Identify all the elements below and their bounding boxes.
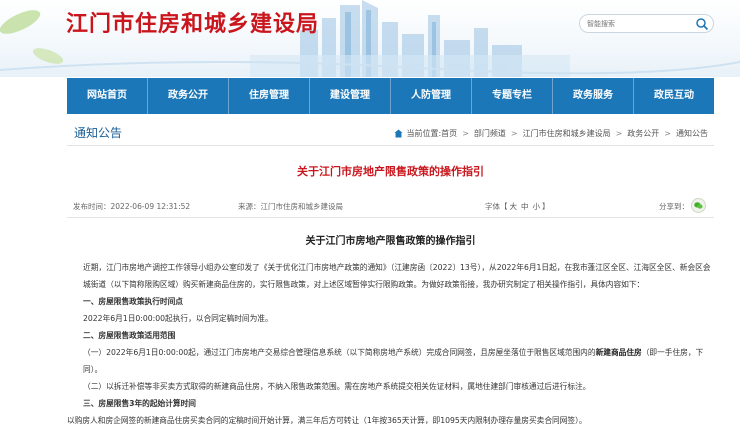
nav-item-housing[interactable]: 住房管理 [229, 78, 310, 114]
intro-paragraph: 近期，江门市房地产调控工作领导小组办公室印发了《关于优化江门市房地产政策的通知》… [83, 263, 711, 289]
divider [67, 217, 714, 218]
section-title: 通知公告 [74, 126, 123, 140]
search-icon[interactable] [695, 17, 709, 31]
font-size-small[interactable]: 小 [533, 202, 541, 211]
font-size-medium[interactable]: 中 [521, 202, 529, 211]
breadcrumb-government-affairs[interactable]: 政务公开 [627, 128, 659, 139]
main-nav: 网站首页 政务公开 住房管理 建设管理 人防管理 专题专栏 政务服务 政民互动 [67, 78, 714, 114]
section-heading-1: 一、房屋限售政策执行时间点 [83, 297, 183, 306]
font-size-end: 】 [542, 202, 550, 211]
nav-item-home[interactable]: 网站首页 [67, 78, 148, 114]
home-icon [394, 129, 404, 138]
paragraph-2a-bold: 新建商品住房 [595, 348, 642, 357]
breadcrumb-notices[interactable]: 通知公告 [676, 128, 708, 139]
font-size-large[interactable]: 大 [510, 202, 518, 211]
site-title: 江门市住房和城乡建设局 [66, 12, 320, 37]
breadcrumb-bureau[interactable]: 江门市住房和城乡建设局 [523, 128, 611, 139]
breadcrumb-separator: > [664, 129, 671, 138]
breadcrumb-separator: > [510, 129, 518, 138]
paragraph-3: 以购房人和房企网签的新建商品住房买卖合同的定稿时间开始计算，满三年后方可转让（1… [67, 416, 587, 425]
nav-item-government-affairs[interactable]: 政务公开 [148, 78, 229, 114]
paragraph-2a-text: （一）2022年6月1日0:00:00起，通过江门市房地产交易综合管理信息系统（… [83, 348, 596, 357]
nav-item-special-topics[interactable]: 专题专栏 [472, 78, 553, 114]
nav-item-civil-defense[interactable]: 人防管理 [391, 78, 472, 114]
site-header: 江门市住房和城乡建设局 [0, 0, 740, 77]
font-size-control: 字体【大中小】 [485, 201, 550, 212]
breadcrumb: 当前位置:首页 > 部门频道 > 江门市住房和城乡建设局 > 政务公开 > 通知… [394, 128, 708, 139]
share-label: 分享到： [659, 202, 689, 211]
breadcrumb-separator: > [462, 129, 469, 138]
article-meta: 发布时间：2022-06-09 12:31:52 来源：江门市住房和城乡建设局 … [67, 198, 714, 216]
article-source: 来源：江门市住房和城乡建设局 [238, 202, 343, 211]
paragraph-2a: （一）2022年6月1日0:00:00起，通过江门市房地产交易综合管理信息系统（… [67, 344, 714, 378]
document-title: 关于江门市房地产限售政策的操作指引 [305, 236, 476, 247]
nav-item-interaction[interactable]: 政民互动 [634, 78, 714, 114]
breadcrumb-home[interactable]: 当前位置:首页 [406, 128, 457, 139]
search-input[interactable] [587, 17, 687, 30]
nav-item-services[interactable]: 政务服务 [553, 78, 634, 114]
section-heading-2: 二、房屋限售政策适用范围 [83, 331, 176, 340]
breadcrumb-department-channel[interactable]: 部门频道 [474, 128, 506, 139]
nav-item-construction[interactable]: 建设管理 [310, 78, 391, 114]
font-size-label: 字体【 [485, 202, 508, 211]
document-body: 近期，江门市房地产调控工作领导小组办公室印发了《关于优化江门市房地产政策的通知》… [67, 259, 714, 429]
crumb-row: 通知公告 当前位置:首页 > 部门频道 > 江门市住房和城乡建设局 > 政务公开… [67, 120, 714, 146]
breadcrumb-separator: > [615, 129, 623, 138]
wechat-share-icon[interactable] [691, 198, 706, 213]
paragraph-2b: （二）以拆迁补偿等非买卖方式取得的新建商品住房，不纳入限售政策范围。需在房地产系… [83, 382, 591, 391]
article-title: 关于江门市房地产限售政策的操作指引 [297, 165, 484, 178]
paragraph-1: 2022年6月1日0:00:00起执行，以合同定稿时间为准。 [83, 314, 273, 323]
search-box[interactable] [579, 14, 714, 33]
publish-date: 发布时间：2022-06-09 12:31:52 [73, 202, 191, 211]
section-heading-3: 三、房屋限售3年的起始计算时间 [83, 399, 196, 408]
